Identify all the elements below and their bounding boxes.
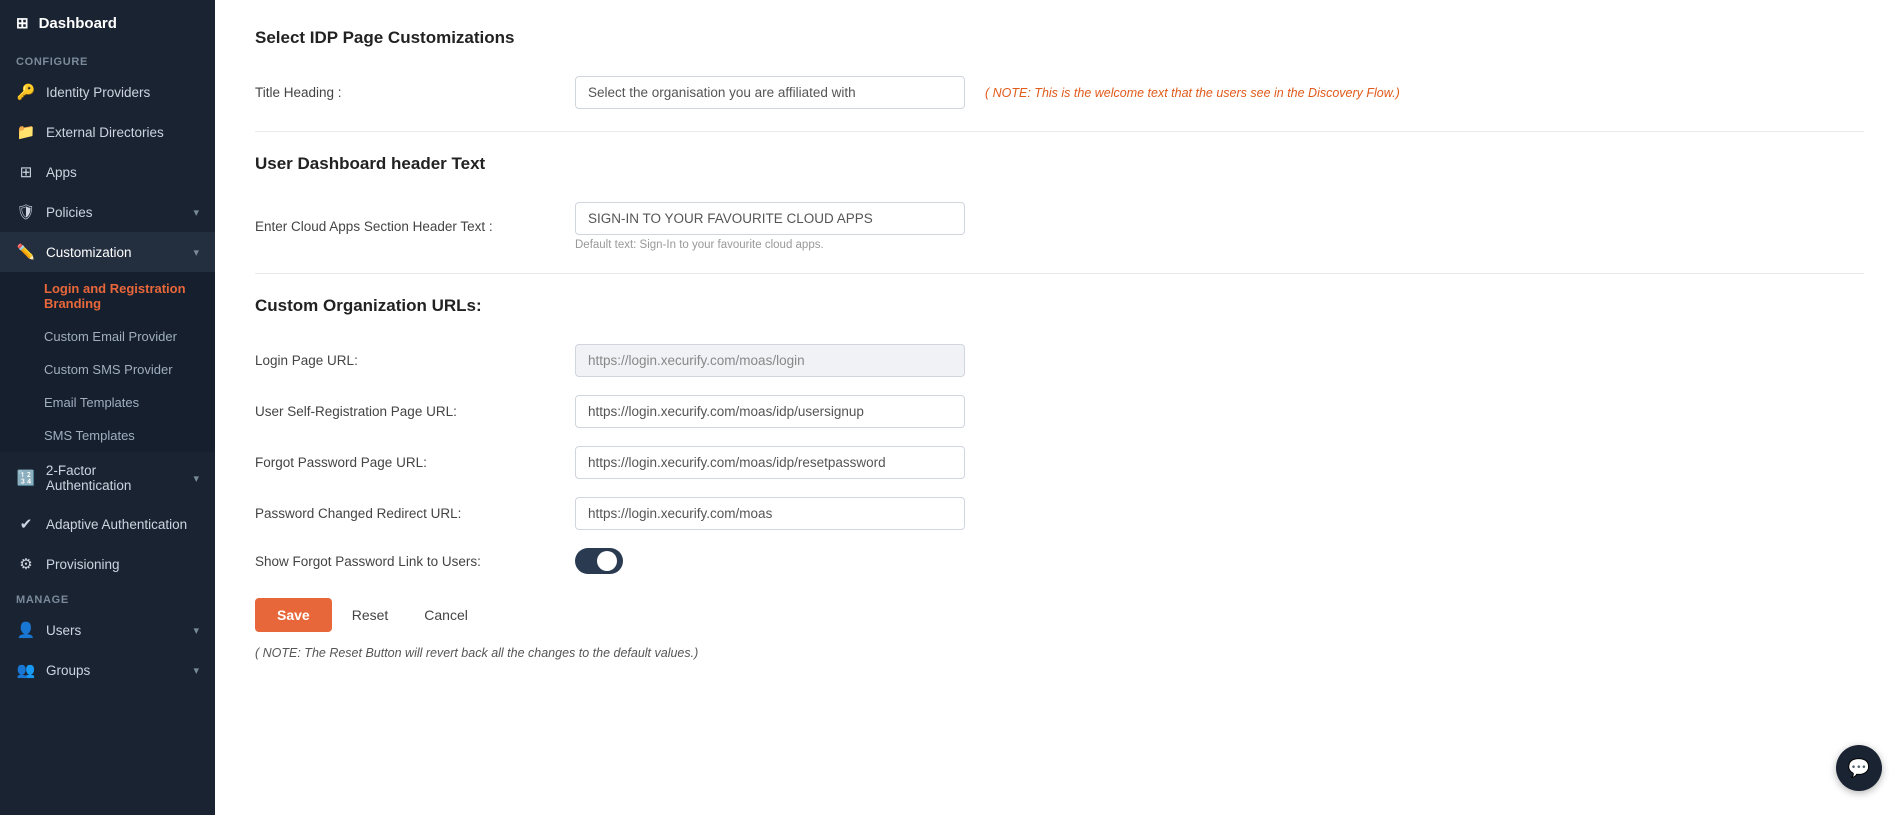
user-dashboard-section: User Dashboard header Text Enter Cloud A… [255,154,1864,251]
show-forgot-row: Show Forgot Password Link to Users: [255,548,1864,574]
self-reg-label: User Self-Registration Page URL: [255,404,555,419]
sidebar: ⊞ Dashboard Configure 🔑 Identity Provide… [0,0,215,815]
sidebar-item-policies[interactable]: 🛡 Policies ▾ [0,192,215,232]
cloud-apps-hint: Default text: Sign-In to your favourite … [575,239,965,251]
cloud-apps-row: Enter Cloud Apps Section Header Text : D… [255,202,1864,251]
provisioning-icon: ⚙ [16,555,36,573]
save-button[interactable]: Save [255,598,332,632]
sidebar-submenu-sms-templates[interactable]: SMS Templates [0,419,215,452]
two-factor-chevron: ▾ [193,472,199,485]
sidebar-item-two-factor[interactable]: 🔢 2-Factor Authentication ▾ [0,452,215,504]
customization-chevron: ▾ [193,246,199,259]
title-heading-note: ( NOTE: This is the welcome text that th… [985,86,1400,100]
show-forgot-toggle-wrap [575,548,623,574]
sidebar-submenu-custom-email-provider[interactable]: Custom Email Provider [0,320,215,353]
login-url-label: Login Page URL: [255,353,555,368]
title-heading-input[interactable] [575,76,965,109]
sidebar-item-provisioning[interactable]: ⚙ Provisioning [0,544,215,584]
pwd-changed-input[interactable] [575,497,965,530]
sidebar-item-users[interactable]: 👤 Users ▾ [0,610,215,650]
two-factor-icon: 🔢 [16,469,36,487]
pwd-changed-row: Password Changed Redirect URL: [255,497,1864,530]
fab-icon: 💬 [1848,758,1870,779]
self-reg-row: User Self-Registration Page URL: [255,395,1864,428]
forgot-pwd-label: Forgot Password Page URL: [255,455,555,470]
cancel-button[interactable]: Cancel [408,598,484,632]
select-idp-title: Select IDP Page Customizations [255,28,1864,48]
policies-icon: 🛡 [16,203,36,221]
custom-org-title: Custom Organization URLs: [255,296,1864,316]
adaptive-auth-icon: ✔ [16,515,36,533]
sidebar-submenu-custom-sms-provider[interactable]: Custom SMS Provider [0,353,215,386]
sidebar-item-identity-providers[interactable]: 🔑 Identity Providers [0,72,215,112]
groups-chevron: ▾ [193,664,199,677]
sidebar-submenu-login-branding[interactable]: Login and Registration Branding [0,272,215,320]
self-reg-input[interactable] [575,395,965,428]
action-row: Save Reset Cancel [255,598,1864,632]
title-heading-label: Title Heading : [255,85,555,100]
sidebar-item-apps[interactable]: ⊞ Apps [0,152,215,192]
cloud-apps-input[interactable] [575,202,965,235]
users-chevron: ▾ [193,624,199,637]
login-url-input[interactable] [575,344,965,377]
title-heading-row: Title Heading : ( NOTE: This is the welc… [255,76,1864,109]
external-directories-icon: 📁 [16,123,36,141]
select-idp-section: Select IDP Page Customizations Title Hea… [255,28,1864,109]
sidebar-item-external-directories[interactable]: 📁 External Directories [0,112,215,152]
groups-icon: 👥 [16,661,36,679]
forgot-pwd-input[interactable] [575,446,965,479]
identity-providers-icon: 🔑 [16,83,36,101]
sidebar-item-customization[interactable]: ✏️ Customization ▾ [0,232,215,272]
divider-1 [255,131,1864,132]
divider-2 [255,273,1864,274]
sidebar-item-adaptive-auth[interactable]: ✔ Adaptive Authentication [0,504,215,544]
show-forgot-label: Show Forgot Password Link to Users: [255,554,555,569]
dashboard-icon: ⊞ [16,14,29,32]
user-dashboard-title: User Dashboard header Text [255,154,1864,174]
configure-section-label: Configure [0,46,215,72]
fab-button[interactable]: 💬 [1836,745,1882,791]
customization-icon: ✏️ [16,243,36,261]
pwd-changed-label: Password Changed Redirect URL: [255,506,555,521]
manage-section-label: Manage [0,584,215,610]
dashboard-nav-item[interactable]: ⊞ Dashboard [0,0,215,46]
apps-icon: ⊞ [16,163,36,181]
sidebar-submenu-email-templates[interactable]: Email Templates [0,386,215,419]
main-content: Select IDP Page Customizations Title Hea… [215,0,1904,815]
toggle-slider [575,548,623,574]
forgot-pwd-row: Forgot Password Page URL: [255,446,1864,479]
users-icon: 👤 [16,621,36,639]
bottom-note: ( NOTE: The Reset Button will revert bac… [255,646,1864,660]
sidebar-item-groups[interactable]: 👥 Groups ▾ [0,650,215,690]
login-url-row: Login Page URL: [255,344,1864,377]
show-forgot-toggle[interactable] [575,548,623,574]
policies-chevron: ▾ [193,206,199,219]
custom-org-section: Custom Organization URLs: Login Page URL… [255,296,1864,574]
customization-submenu: Login and Registration Branding Custom E… [0,272,215,452]
cloud-apps-label: Enter Cloud Apps Section Header Text : [255,219,555,234]
reset-button[interactable]: Reset [336,598,405,632]
